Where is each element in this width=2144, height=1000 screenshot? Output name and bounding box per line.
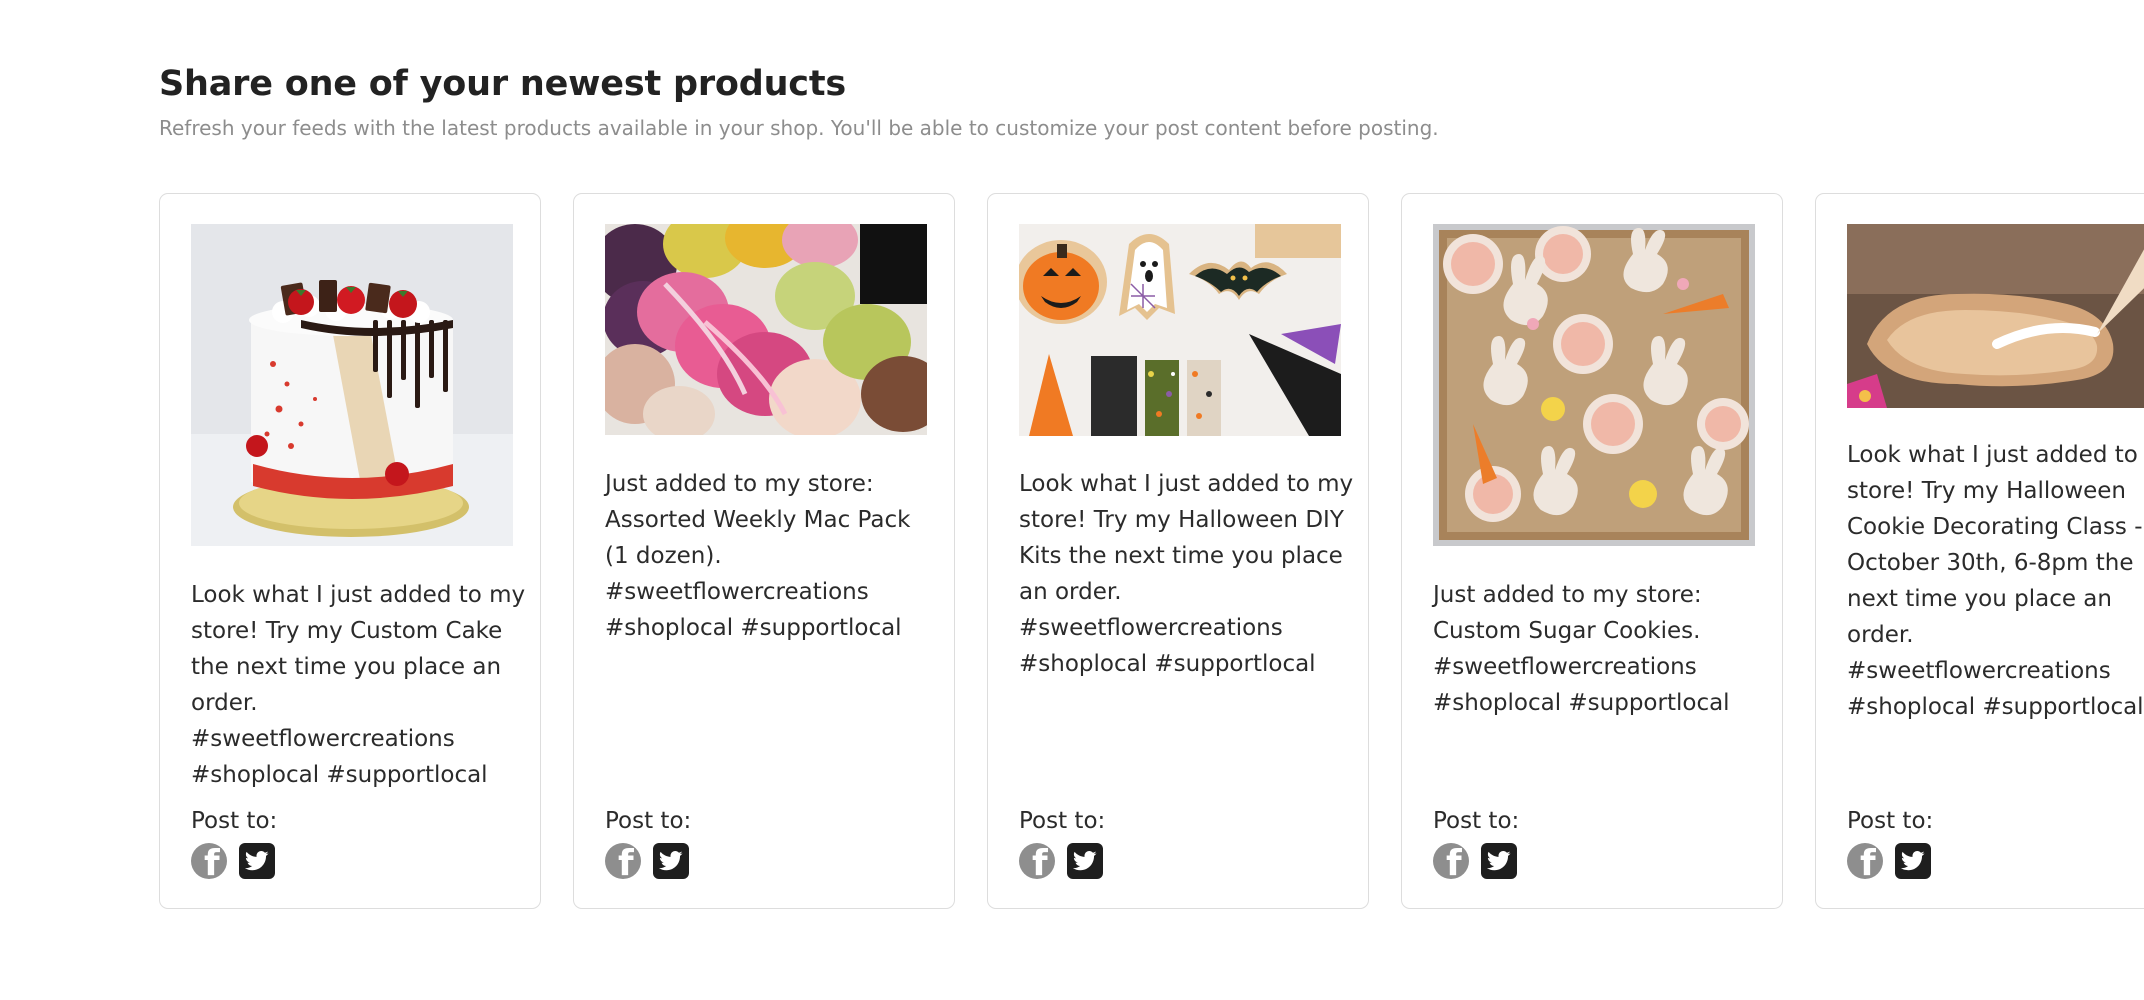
facebook-icon[interactable]: f [605, 843, 641, 879]
product-card-list: Look what I just added to my store! Try … [159, 193, 2144, 911]
section-header: Share one of your newest products Refres… [159, 60, 1439, 142]
facebook-icon[interactable]: f [191, 843, 227, 879]
post-to-label: Post to: [1847, 808, 1934, 834]
product-card[interactable]: Look what I just added to my store! Try … [1815, 193, 2144, 909]
product-image-halloween-kit [1019, 224, 1341, 436]
page-title: Share one of your newest products [159, 64, 847, 104]
twitter-icon[interactable] [1067, 843, 1103, 879]
twitter-icon[interactable] [1481, 843, 1517, 879]
social-buttons: f [605, 842, 689, 880]
post-text[interactable]: Just added to my store: Assorted Weekly … [605, 466, 940, 646]
twitter-icon[interactable] [239, 843, 275, 879]
product-image-macarons [605, 224, 927, 435]
product-image-sugar-cookies [1433, 224, 1755, 546]
post-text[interactable]: Look what I just added to my store! Try … [1847, 437, 2144, 725]
product-image-cookie-decorating [1847, 224, 2144, 408]
facebook-icon[interactable]: f [1847, 843, 1883, 879]
product-card[interactable]: Look what I just added to my store! Try … [987, 193, 1369, 909]
product-card[interactable]: Just added to my store: Assorted Weekly … [573, 193, 955, 909]
share-products-page: Share one of your newest products Refres… [0, 0, 2144, 1000]
product-card[interactable]: Look what I just added to my store! Try … [159, 193, 541, 909]
facebook-icon[interactable]: f [1433, 843, 1469, 879]
social-buttons: f [1019, 842, 1103, 880]
facebook-icon[interactable]: f [1019, 843, 1055, 879]
social-buttons: f [1433, 842, 1517, 880]
post-to-label: Post to: [1019, 808, 1106, 834]
twitter-icon[interactable] [1895, 843, 1931, 879]
post-to-label: Post to: [605, 808, 692, 834]
social-buttons: f [191, 842, 275, 880]
post-text[interactable]: Just added to my store: Custom Sugar Coo… [1433, 577, 1768, 721]
post-to-label: Post to: [1433, 808, 1520, 834]
twitter-icon[interactable] [653, 843, 689, 879]
post-text[interactable]: Look what I just added to my store! Try … [1019, 466, 1354, 682]
product-card[interactable]: Just added to my store: Custom Sugar Coo… [1401, 193, 1783, 909]
social-buttons: f [1847, 842, 1931, 880]
product-image-custom-cake [191, 224, 513, 546]
post-to-label: Post to: [191, 808, 278, 834]
page-subtitle: Refresh your feeds with the latest produ… [159, 116, 1439, 140]
post-text[interactable]: Look what I just added to my store! Try … [191, 577, 526, 793]
